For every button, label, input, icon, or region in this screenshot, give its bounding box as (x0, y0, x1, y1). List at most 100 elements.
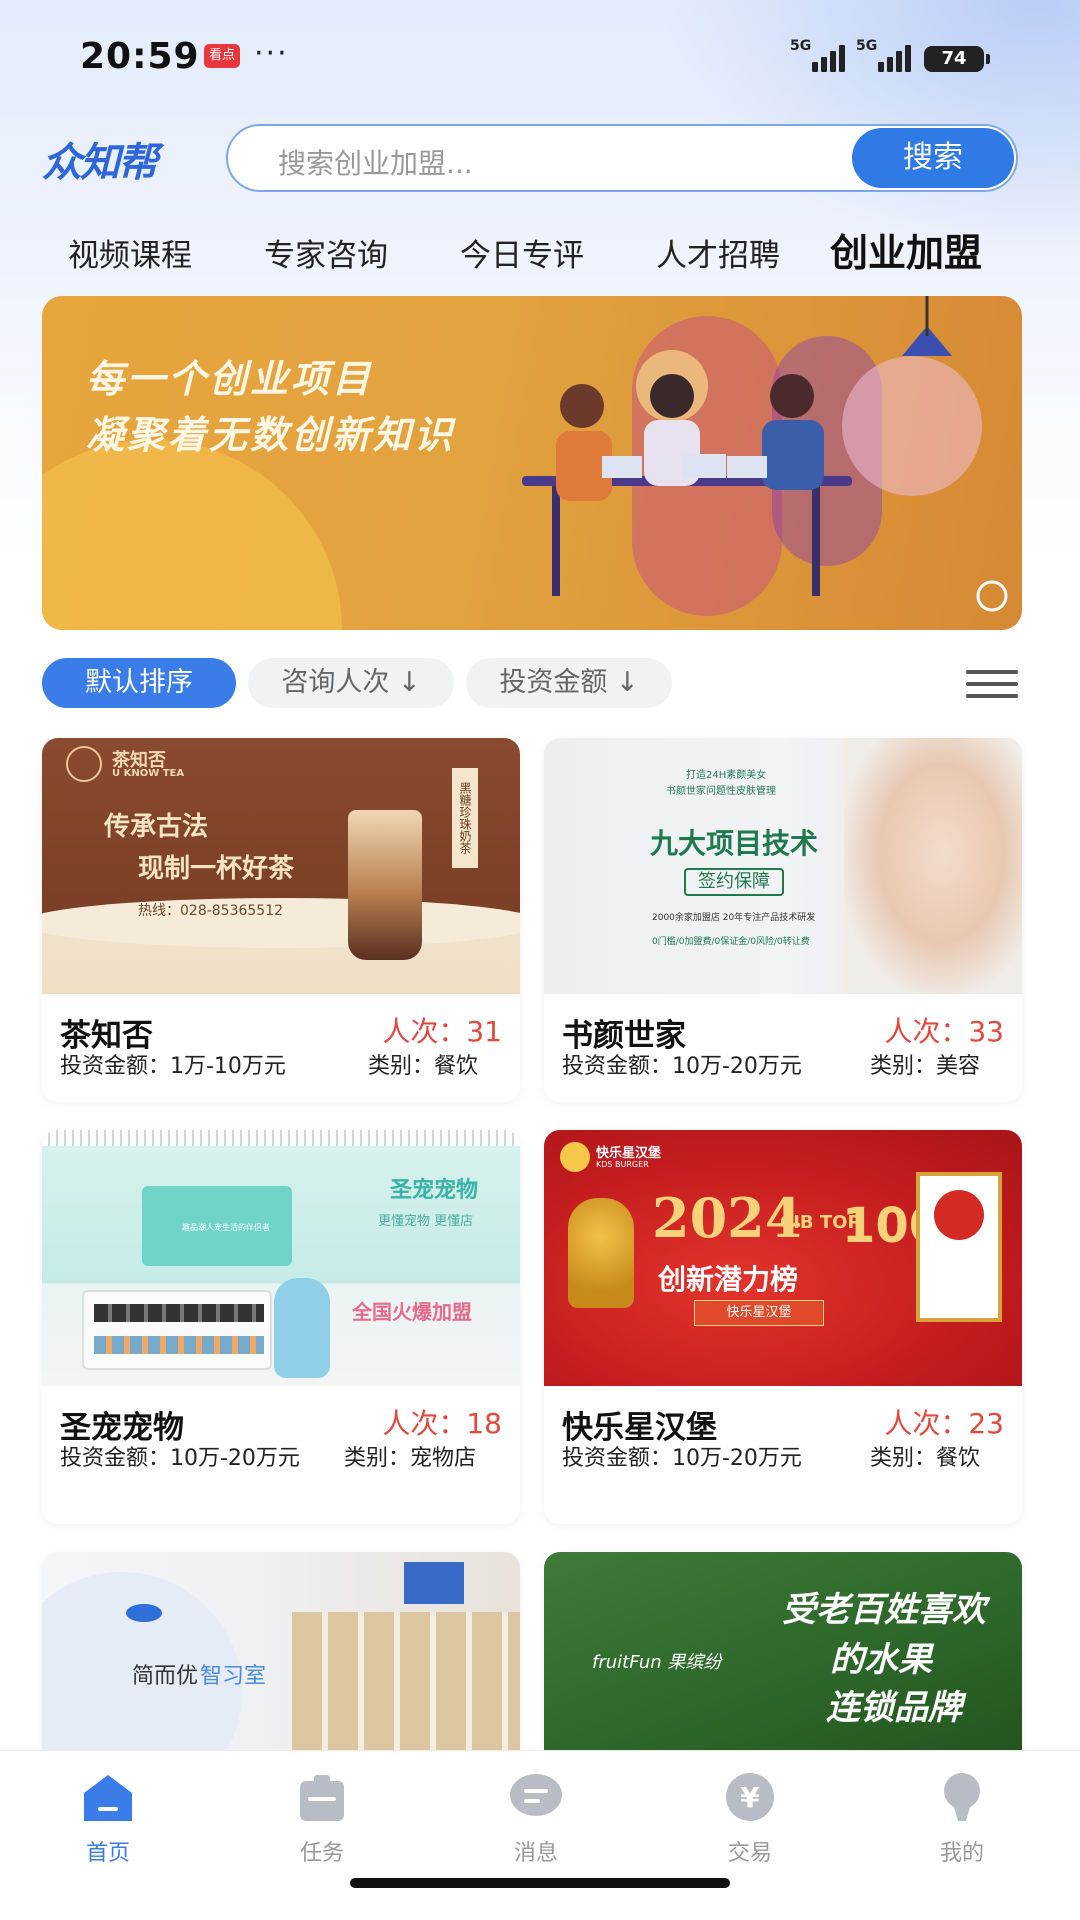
franchise-card[interactable]: 简而优 智习室 (42, 1552, 520, 1750)
card-investment: 投资金额：10万-20万元 (562, 1446, 802, 1471)
franchise-card[interactable]: 受老百姓喜欢 的水果 连锁品牌 fruitFun 果缤纷 (544, 1552, 1022, 1750)
card-consult-count: 人次：33 (884, 1015, 1004, 1048)
img-brand-en: U KNOW TEA (112, 768, 185, 779)
filter-menu-icon[interactable] (966, 666, 1018, 702)
tab-franchise[interactable]: 创业加盟 (830, 222, 982, 277)
search-button[interactable]: 搜索 (852, 128, 1014, 188)
brand-logo-icon (126, 1604, 162, 1622)
tab-video-courses[interactable]: 视频课程 (68, 230, 192, 275)
banner-headline-1: 每一个创业项目 (86, 357, 374, 401)
task-icon (300, 1775, 344, 1821)
img-note: 2000余家加盟店 20年专注产品技术研发 (652, 913, 816, 923)
status-time: 20:59 (80, 36, 200, 77)
franchise-card[interactable]: 快乐星汉堡 KDS BURGER 2024 CIB TOP 100 创新潜力榜 … (544, 1130, 1022, 1524)
tab-home-label: 首页 (85, 1841, 130, 1866)
card-investment: 投资金额：10万-20万元 (60, 1446, 300, 1471)
card-category: 类别：宠物店 (344, 1446, 477, 1471)
img-big: 九大项目技术 (650, 827, 819, 860)
card-consult-count: 人次：18 (382, 1407, 502, 1440)
certificate-image (916, 1172, 1002, 1322)
tab-daily-review[interactable]: 今日专评 (460, 230, 584, 275)
img-line-2: 现制一杯好茶 (138, 854, 295, 884)
bottom-tab-bar: 首页 任务 消息 ¥ 交易 我的 (0, 1750, 1080, 1920)
img-ribbon: 快乐星汉堡 (694, 1300, 824, 1326)
screen-image (404, 1562, 464, 1604)
img-sub: 更懂宠物 更懂店 (378, 1214, 474, 1229)
banner-headline-2: 凝聚着无数创新知识 (86, 413, 456, 457)
home-indicator[interactable] (350, 1878, 730, 1888)
tab-expert-consult[interactable]: 专家咨询 (264, 230, 388, 275)
img-slogan-2: 的水果 (830, 1640, 932, 1680)
milk-tea-cup-icon (348, 810, 422, 960)
img-phone: 热线：028-85365512 (138, 903, 284, 919)
card-image: 茶知否 U KNOW TEA 传承古法 现制一杯好茶 热线：028-853655… (42, 738, 520, 994)
trophy-icon (568, 1198, 634, 1308)
search-placeholder: 搜索创业加盟... (278, 147, 473, 180)
card-investment: 投资金额：1万-10万元 (60, 1054, 286, 1079)
sort-filters: 默认排序 咨询人次 ↓ 投资金额 ↓ (0, 658, 1080, 712)
promo-banner[interactable]: 每一个创业项目 凝聚着无数创新知识 (42, 296, 1022, 630)
profile-icon (944, 1773, 980, 1821)
img-title: 圣宠宠物 (390, 1178, 479, 1203)
card-image: 打造24H素颜美女 书颜世家问题性皮肤管理 九大项目技术 签约保障 2000余家… (544, 738, 1022, 994)
card-image: 趣品潮人宠生活的伴侣者 圣宠宠物 更懂宠物 更懂店 全国火爆加盟 (42, 1130, 520, 1386)
card-title: 茶知否 (60, 1018, 153, 1054)
search-input[interactable]: 搜索创业加盟... 搜索 (226, 124, 1018, 192)
sort-default-chip[interactable]: 默认排序 (42, 658, 236, 708)
img-sign: 趣品潮人宠生活的伴侣者 (182, 1223, 270, 1232)
sort-consult-chip[interactable]: 咨询人次 ↓ (248, 658, 454, 708)
card-image: 受老百姓喜欢 的水果 连锁品牌 fruitFun 果缤纷 (544, 1552, 1022, 1750)
status-bar: 20:59 看点 ··· 5G 5G 74 (0, 0, 1080, 110)
card-consult-count: 人次：23 (884, 1407, 1004, 1440)
img-brand: 快乐星汉堡 (596, 1146, 662, 1161)
img-title-b: 智习室 (200, 1664, 267, 1689)
card-category: 类别：餐饮 (368, 1054, 479, 1079)
img-tag: 黑糖珍珠奶茶 (452, 768, 478, 868)
img-brand: fruitFun 果缤纷 (592, 1652, 722, 1673)
franchise-card[interactable]: 打造24H素颜美女 书颜世家问题性皮肤管理 九大项目技术 签约保障 2000余家… (544, 738, 1022, 1102)
tab-message-label: 消息 (513, 1841, 558, 1866)
tab-task[interactable]: 任务 (262, 1761, 382, 1871)
svg-text:¥: ¥ (740, 1781, 760, 1814)
tab-trade[interactable]: ¥ 交易 (690, 1761, 810, 1871)
shelf-image (82, 1290, 272, 1370)
dog-mascot-icon (274, 1278, 330, 1378)
banner-decoration (42, 440, 342, 630)
app-logo: 众知帮 (42, 140, 158, 186)
card-title: 快乐星汉堡 (562, 1410, 717, 1446)
study-desks-image (292, 1612, 520, 1750)
message-icon (510, 1774, 562, 1816)
img-small-2: 书颜世家问题性皮肤管理 (666, 786, 776, 797)
banner-illustration (522, 296, 1008, 616)
card-title: 圣宠宠物 (60, 1410, 184, 1446)
brand-logo-icon (66, 746, 102, 782)
sort-invest-chip[interactable]: 投资金额 ↓ (466, 658, 672, 708)
img-note-2: 0门槛/0加盟费/0保证金/0风险/0转让费 (652, 937, 810, 947)
img-brand-en: KDS BURGER (596, 1160, 649, 1169)
ceiling-decoration (42, 1130, 520, 1146)
img-title-a: 简而优 (132, 1664, 199, 1689)
tab-recruitment[interactable]: 人才招聘 (656, 230, 780, 275)
model-face-image (844, 738, 1022, 994)
card-investment: 投资金额：10万-20万元 (562, 1054, 802, 1079)
tab-task-label: 任务 (299, 1841, 344, 1866)
franchise-card[interactable]: 茶知否 U KNOW TEA 传承古法 现制一杯好茶 热线：028-853655… (42, 738, 520, 1102)
tab-home[interactable]: 首页 (48, 1761, 168, 1871)
tab-message[interactable]: 消息 (476, 1761, 596, 1871)
signal-5g-icon-2: 5G (856, 38, 914, 72)
tab-profile[interactable]: 我的 (902, 1761, 1022, 1871)
card-consult-count: 人次：31 (382, 1015, 502, 1048)
battery-icon: 74 (924, 46, 990, 72)
more-notifications-icon: ··· (254, 36, 289, 71)
img-small-1: 打造24H素颜美女 (686, 770, 767, 781)
card-category: 类别：餐饮 (870, 1446, 981, 1471)
img-slogan-1: 受老百姓喜欢 (782, 1590, 986, 1630)
card-title: 书颜世家 (562, 1018, 686, 1054)
home-icon (84, 1775, 132, 1821)
news-app-notification-icon: 看点 (204, 44, 240, 68)
franchise-card[interactable]: 趣品潮人宠生活的伴侣者 圣宠宠物 更懂宠物 更懂店 全国火爆加盟 圣宠宠物 人次… (42, 1130, 520, 1524)
img-slogan-3: 连锁品牌 (826, 1688, 962, 1728)
card-image: 简而优 智习室 (42, 1552, 520, 1750)
burger-logo-icon (560, 1142, 590, 1172)
signal-5g-icon: 5G (790, 38, 848, 72)
